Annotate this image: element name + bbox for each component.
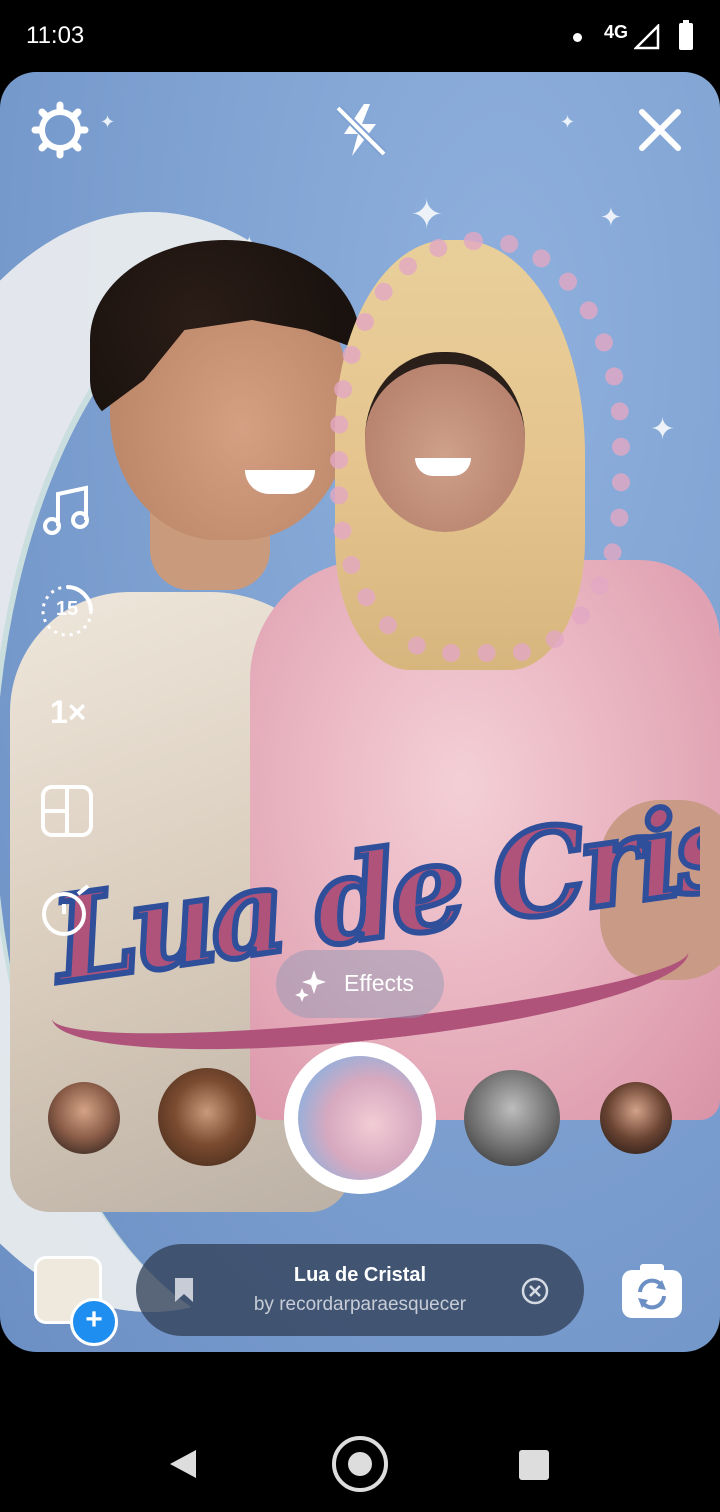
layout-icon[interactable] <box>36 780 98 842</box>
filter-thumbnail[interactable] <box>464 1070 560 1166</box>
effect-author: by recordarparaesquecer <box>253 1294 467 1315</box>
gear-icon[interactable] <box>30 100 90 160</box>
selected-filter-preview <box>298 1056 422 1180</box>
close-circle-icon[interactable] <box>520 1276 550 1306</box>
status-time: 11:03 <box>26 22 85 49</box>
effects-button[interactable]: Effects <box>276 950 444 1018</box>
effect-name: Lua de Cristal <box>293 1264 427 1286</box>
effect-info-card[interactable]: Lua de Cristal by recordarparaesquecer <box>136 1244 584 1336</box>
network-label: 4G <box>604 22 629 42</box>
battery-icon <box>679 20 693 50</box>
speed-button[interactable]: 1× <box>36 680 98 742</box>
sparkle-star: ✦ <box>600 202 622 232</box>
sparkle-star: ✦ <box>410 193 444 237</box>
sparkles-icon <box>295 970 326 1002</box>
home-circle-icon[interactable] <box>332 1436 388 1492</box>
sparkle-star: ✦ <box>650 413 676 446</box>
filter-thumbnail[interactable] <box>600 1082 672 1154</box>
face-overlay <box>365 352 525 532</box>
flash-off-icon[interactable] <box>330 100 390 160</box>
camera-preview[interactable]: ✦ ✦ ✦ ✦ ✦ ✦ Lua de Cristal <box>0 72 720 1352</box>
filter-thumbnail[interactable] <box>48 1082 120 1154</box>
back-triangle-icon[interactable] <box>168 1448 198 1480</box>
home-dot <box>348 1452 372 1476</box>
camera-flip-icon[interactable] <box>620 1260 684 1320</box>
duration-button[interactable]: 15 <box>36 580 98 642</box>
duration-value: 15 <box>55 598 79 620</box>
music-note-icon[interactable] <box>36 480 98 542</box>
speed-label: 1× <box>50 694 87 730</box>
filter-thumbnail[interactable] <box>158 1068 256 1166</box>
signal-icon <box>634 24 660 50</box>
recents-square-icon[interactable] <box>519 1450 549 1480</box>
effects-label: Effects <box>344 970 414 996</box>
sparkle-star: ✦ <box>560 112 576 132</box>
sparkle-star: ✦ <box>100 112 116 132</box>
system-nav-bar <box>0 1400 720 1512</box>
filter-thumbnail-selected[interactable] <box>284 1042 436 1194</box>
gallery-add-button[interactable]: + <box>70 1298 118 1346</box>
close-icon[interactable] <box>630 100 690 160</box>
timer-icon[interactable] <box>36 880 98 942</box>
status-bar: 11:03 4G <box>0 0 720 72</box>
notification-dot <box>573 33 582 42</box>
